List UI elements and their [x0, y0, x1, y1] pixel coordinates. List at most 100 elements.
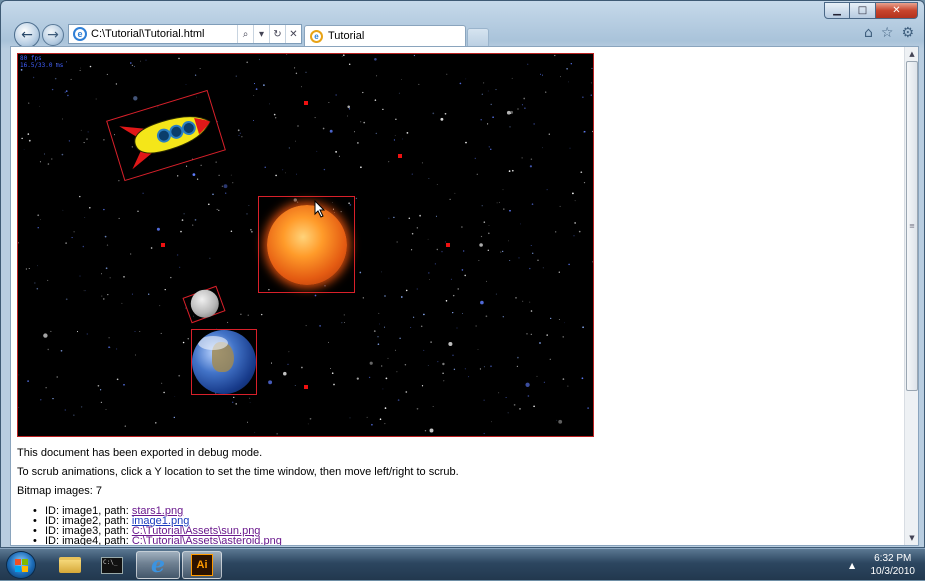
star: [67, 95, 68, 96]
scroll-down-icon[interactable]: ▼: [906, 532, 918, 544]
star: [592, 131, 593, 132]
star: [296, 73, 297, 74]
image-path-link[interactable]: C:\Tutorial\Assets\asteroid.png: [132, 535, 282, 546]
star: [159, 305, 160, 306]
star: [405, 391, 407, 393]
star: [356, 198, 357, 199]
star: [503, 208, 504, 209]
clock[interactable]: 6:32 PM 10/3/2010: [871, 552, 916, 578]
star: [519, 408, 520, 409]
star: [108, 337, 109, 338]
star: [489, 146, 490, 147]
star: [98, 385, 100, 387]
star: [183, 213, 184, 214]
star: [465, 368, 466, 369]
vertical-scrollbar[interactable]: ▲ ≡ ▼: [904, 47, 918, 545]
star: [275, 117, 276, 118]
star: [591, 94, 592, 95]
close-button[interactable]: ✕: [876, 2, 918, 19]
favorites-icon[interactable]: ☆: [881, 25, 894, 41]
star: [566, 68, 568, 70]
scroll-thumb[interactable]: ≡: [906, 61, 918, 391]
minimize-button[interactable]: ▁: [824, 2, 850, 19]
star: [301, 86, 302, 87]
star: [440, 118, 443, 121]
star: [130, 253, 131, 254]
star: [384, 327, 385, 328]
star: [40, 161, 41, 162]
star: [275, 175, 277, 177]
star: [423, 350, 424, 351]
star: [455, 193, 456, 194]
star: [216, 162, 217, 163]
refresh-icon[interactable]: ↻: [269, 25, 285, 43]
star: [480, 119, 481, 120]
tab-tutorial[interactable]: e Tutorial: [304, 25, 466, 46]
tools-icon[interactable]: ⚙: [901, 25, 914, 41]
internet-explorer-icon: e: [151, 552, 165, 578]
star: [106, 409, 107, 410]
star: [422, 385, 423, 386]
show-hidden-icons-icon[interactable]: ▲: [849, 561, 855, 570]
star: [419, 215, 421, 217]
animation-canvas[interactable]: 80 fps 16.5/33.0 ms: [17, 53, 594, 437]
star: [84, 142, 85, 143]
taskbar-internet-explorer[interactable]: e: [136, 551, 180, 579]
star: [509, 260, 510, 261]
star: [289, 351, 290, 352]
search-icon[interactable]: ⌕: [237, 25, 253, 43]
scroll-up-icon[interactable]: ▲: [906, 48, 918, 60]
star: [382, 109, 383, 110]
star: [208, 203, 210, 205]
address-dropdown-icon[interactable]: ▾: [253, 25, 269, 43]
star: [544, 382, 545, 383]
star: [476, 325, 477, 326]
address-bar[interactable]: e C:\Tutorial\Tutorial.html ⌕ ▾ ↻ ✕: [68, 24, 302, 44]
sun-sprite[interactable]: [258, 196, 355, 293]
star: [514, 404, 516, 406]
star: [81, 406, 82, 407]
star: [103, 209, 104, 210]
star: [241, 136, 242, 137]
earth-sprite[interactable]: [191, 329, 257, 395]
star: [277, 433, 278, 434]
star: [540, 74, 541, 75]
star: [305, 72, 306, 73]
star: [177, 175, 178, 176]
stop-icon[interactable]: ✕: [285, 25, 301, 43]
star: [308, 424, 309, 425]
star: [375, 99, 377, 101]
star: [512, 170, 514, 172]
taskbar-command-prompt[interactable]: C:\_: [92, 551, 132, 579]
star: [27, 380, 29, 382]
star: [591, 82, 592, 83]
back-button[interactable]: ←: [14, 22, 40, 48]
star: [463, 250, 464, 251]
star: [283, 372, 287, 376]
star: [44, 153, 45, 154]
star: [295, 385, 296, 386]
star: [429, 279, 430, 280]
tab-title: Tutorial: [328, 30, 364, 42]
star: [378, 313, 379, 314]
star: [393, 217, 394, 218]
star: [402, 139, 403, 140]
new-tab-button[interactable]: [467, 28, 489, 46]
command-icons: ⌂ ☆ ⚙: [864, 25, 914, 41]
star: [560, 206, 561, 207]
forward-button[interactable]: →: [42, 24, 64, 46]
start-button[interactable]: [6, 551, 36, 579]
address-text[interactable]: C:\Tutorial\Tutorial.html: [91, 28, 237, 40]
debug-line-timing: 16.5/33.0 ms: [20, 62, 63, 69]
star: [442, 372, 444, 374]
home-icon[interactable]: ⌂: [864, 25, 873, 41]
maximize-button[interactable]: □: [850, 2, 876, 19]
star: [85, 290, 86, 291]
star: [286, 54, 287, 55]
taskbar-illustrator[interactable]: Ai: [182, 551, 222, 579]
taskbar-explorer[interactable]: [50, 551, 90, 579]
forward-arrow-icon: →: [47, 27, 59, 43]
star: [46, 387, 47, 388]
star: [381, 365, 382, 366]
star: [88, 131, 89, 132]
